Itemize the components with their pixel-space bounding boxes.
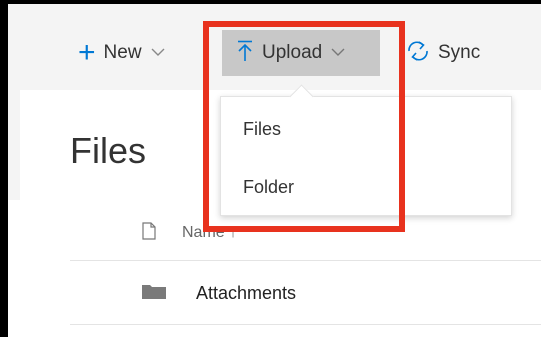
left-gutter: [8, 90, 20, 200]
new-label: New: [103, 42, 142, 63]
list-item[interactable]: Attachments: [142, 280, 296, 306]
row-divider: [70, 260, 541, 261]
chevron-down-icon: [151, 44, 165, 62]
sync-button[interactable]: Sync: [404, 30, 480, 76]
file-type-icon: [142, 221, 156, 245]
folder-icon: [142, 283, 166, 304]
onedrive-page: + New Upload Sync Files Name ↑ Attachmen…: [8, 4, 541, 337]
plus-icon: +: [78, 36, 96, 69]
sync-label: Sync: [438, 42, 481, 63]
sync-icon: [404, 39, 432, 68]
row-divider: [70, 324, 541, 325]
item-name[interactable]: Attachments: [196, 283, 296, 304]
new-button[interactable]: + New: [78, 30, 165, 76]
highlight-annotation-box: [203, 21, 405, 232]
page-title: Files: [70, 130, 147, 171]
frame-left: [0, 0, 8, 337]
